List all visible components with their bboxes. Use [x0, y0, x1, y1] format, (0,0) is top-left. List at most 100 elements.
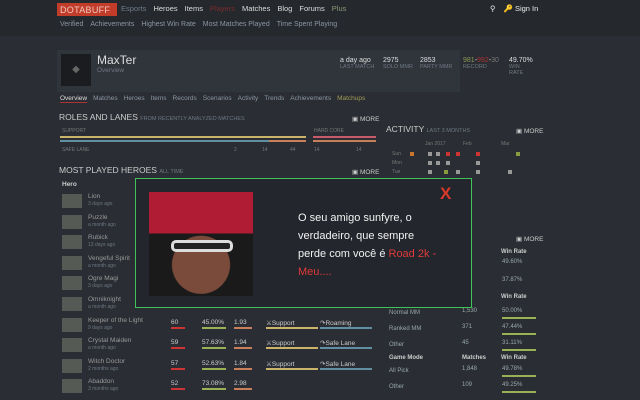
- hero-column-header: Hero: [62, 181, 77, 188]
- mode-matches: 109: [462, 382, 473, 388]
- activity-cell: [476, 152, 480, 156]
- hero-name[interactable]: Abaddon: [88, 378, 114, 385]
- hero-portrait: [62, 276, 82, 291]
- sign-in-link[interactable]: 🔑 Sign In: [504, 4, 539, 13]
- roles-more-button[interactable]: ▣ MORE: [352, 115, 379, 123]
- hero-row[interactable]: Witch Doctor 2 months ago 57 52.63% 1.84 ⚔…: [60, 357, 380, 377]
- lane-bar: [320, 367, 372, 370]
- tab-achievements[interactable]: Achievements: [290, 95, 331, 103]
- hero-name[interactable]: Rubick: [88, 234, 108, 241]
- hero-last-played: 9 days ago: [88, 324, 113, 331]
- activity-cell: [428, 152, 432, 156]
- tab-records[interactable]: Records: [173, 95, 197, 103]
- sub-time-spent[interactable]: Time Spent Playing: [277, 21, 337, 28]
- tab-trends[interactable]: Trends: [264, 95, 284, 103]
- activity-more-button[interactable]: ▣ MORE: [516, 127, 543, 135]
- hero-last-played: a month ago: [88, 221, 116, 228]
- hero-name[interactable]: Lion: [88, 193, 100, 200]
- kda-bar: [234, 388, 252, 391]
- hero-portrait: [62, 255, 82, 270]
- tab-overview[interactable]: Overview: [60, 95, 88, 103]
- hero-win-rate: 52.63%: [202, 359, 225, 367]
- mode-win-rate: 49.78%: [502, 366, 523, 372]
- tab-matches[interactable]: Matches: [93, 95, 118, 103]
- hero-name[interactable]: Omniknight: [88, 296, 121, 303]
- record-losses: 992: [477, 57, 489, 64]
- hero-kda: 1.94: [234, 339, 247, 347]
- lobby-type: Other: [389, 342, 405, 348]
- win-rate-value: 49.70%: [509, 57, 533, 64]
- nav-plus[interactable]: Plus: [332, 4, 347, 13]
- heroes-subtitle: ALL TIME: [159, 169, 184, 175]
- nav-items[interactable]: Items: [185, 4, 203, 13]
- win-rate-bar: [202, 367, 226, 370]
- nav-esports[interactable]: Esports: [121, 4, 146, 13]
- activity-cell: [444, 170, 448, 174]
- role-bar: [266, 347, 318, 350]
- last-match-label: LAST MATCH: [340, 64, 375, 70]
- nav-heroes[interactable]: Heroes: [153, 4, 177, 13]
- hero-row[interactable]: Abaddon 3 months ago 52 73.08% 2.98: [60, 377, 380, 397]
- month-label: Feb: [463, 141, 472, 147]
- tab-scenarios[interactable]: Scenarios: [203, 95, 232, 103]
- role-bar: [266, 326, 318, 329]
- activity-title-text: ACTIVITY: [386, 124, 425, 134]
- hero-name[interactable]: Vengeful Spirit: [88, 255, 130, 262]
- hero-last-played: 2 months ago: [88, 365, 119, 372]
- sub-verified[interactable]: Verified: [60, 21, 83, 28]
- matches-bar: [171, 388, 185, 391]
- hero-name[interactable]: Ogre Magi: [88, 275, 118, 282]
- win-rate-header: Win Rate: [501, 249, 527, 255]
- lane-bar: [320, 326, 372, 329]
- profile-header: ◆ MaxTer Overview a day ago LAST MATCH 29…: [57, 50, 533, 92]
- glasses-shape: [171, 240, 233, 252]
- sub-achievements[interactable]: Achievements: [90, 21, 134, 28]
- lobby-win-rate: 50.00%: [502, 308, 523, 314]
- hero-name[interactable]: Crystal Maiden: [88, 337, 131, 344]
- activity-cell: [508, 170, 512, 174]
- kda-bar: [234, 367, 252, 370]
- role-text: Support: [271, 340, 295, 348]
- hero-last-played: a month ago: [88, 345, 116, 352]
- last-match-value: a day ago: [340, 57, 371, 64]
- hero-name[interactable]: Puzzle: [88, 214, 108, 221]
- tab-items[interactable]: Items: [151, 95, 167, 103]
- hero-portrait: [62, 194, 82, 208]
- mode-win-rate: 49.25%: [502, 382, 523, 388]
- sub-highest-win-rate[interactable]: Highest Win Rate: [141, 21, 195, 28]
- close-button[interactable]: X: [440, 184, 451, 204]
- heroes-more-button[interactable]: ▣ MORE: [352, 168, 379, 176]
- hero-name[interactable]: Witch Doctor: [88, 358, 125, 365]
- matches-header: Matches: [462, 355, 487, 361]
- hero-role: ⚔Support: [266, 319, 295, 327]
- hero-last-played: 13 days ago: [88, 242, 116, 249]
- heroes-title: MOST PLAYED HEROES ALL TIME: [59, 165, 183, 175]
- hero-win-rate: 57.63%: [202, 339, 225, 347]
- core-lane-bar: [313, 140, 376, 142]
- core-count: 14: [314, 147, 320, 153]
- nav-players[interactable]: Players: [210, 4, 235, 13]
- role-text: Support: [271, 319, 295, 327]
- sub-most-matches[interactable]: Most Matches Played: [203, 21, 270, 28]
- tab-activity[interactable]: Activity: [238, 95, 259, 103]
- logo[interactable]: DOTABUFF: [57, 3, 117, 16]
- nav-matches[interactable]: Matches: [242, 4, 270, 13]
- hero-row[interactable]: Keeper of the Light 9 days ago 60 45.00% …: [60, 316, 380, 336]
- tab-heroes[interactable]: Heroes: [124, 95, 145, 103]
- avatar: ◆: [61, 54, 91, 86]
- win-rate-bar: [202, 347, 226, 350]
- activity-cell: [436, 161, 440, 165]
- hero-row[interactable]: Crystal Maiden a month ago 59 57.63% 1.94…: [60, 336, 380, 356]
- search-icon[interactable]: ⚲: [490, 4, 496, 13]
- month-label: Jan 2017: [425, 141, 446, 147]
- more-label: MORE: [359, 116, 380, 123]
- hero-name[interactable]: Keeper of the Light: [88, 317, 143, 324]
- win-rate-bar: [202, 388, 226, 391]
- role-bar: [266, 367, 318, 370]
- side-more-button[interactable]: ▣ MORE: [516, 235, 543, 243]
- nav-blog[interactable]: Blog: [277, 4, 292, 13]
- player-name: MaxTer: [97, 53, 137, 67]
- tab-matchups[interactable]: Matchups: [337, 95, 365, 103]
- nav-forums[interactable]: Forums: [299, 4, 324, 13]
- record-label: RECORD: [463, 64, 487, 70]
